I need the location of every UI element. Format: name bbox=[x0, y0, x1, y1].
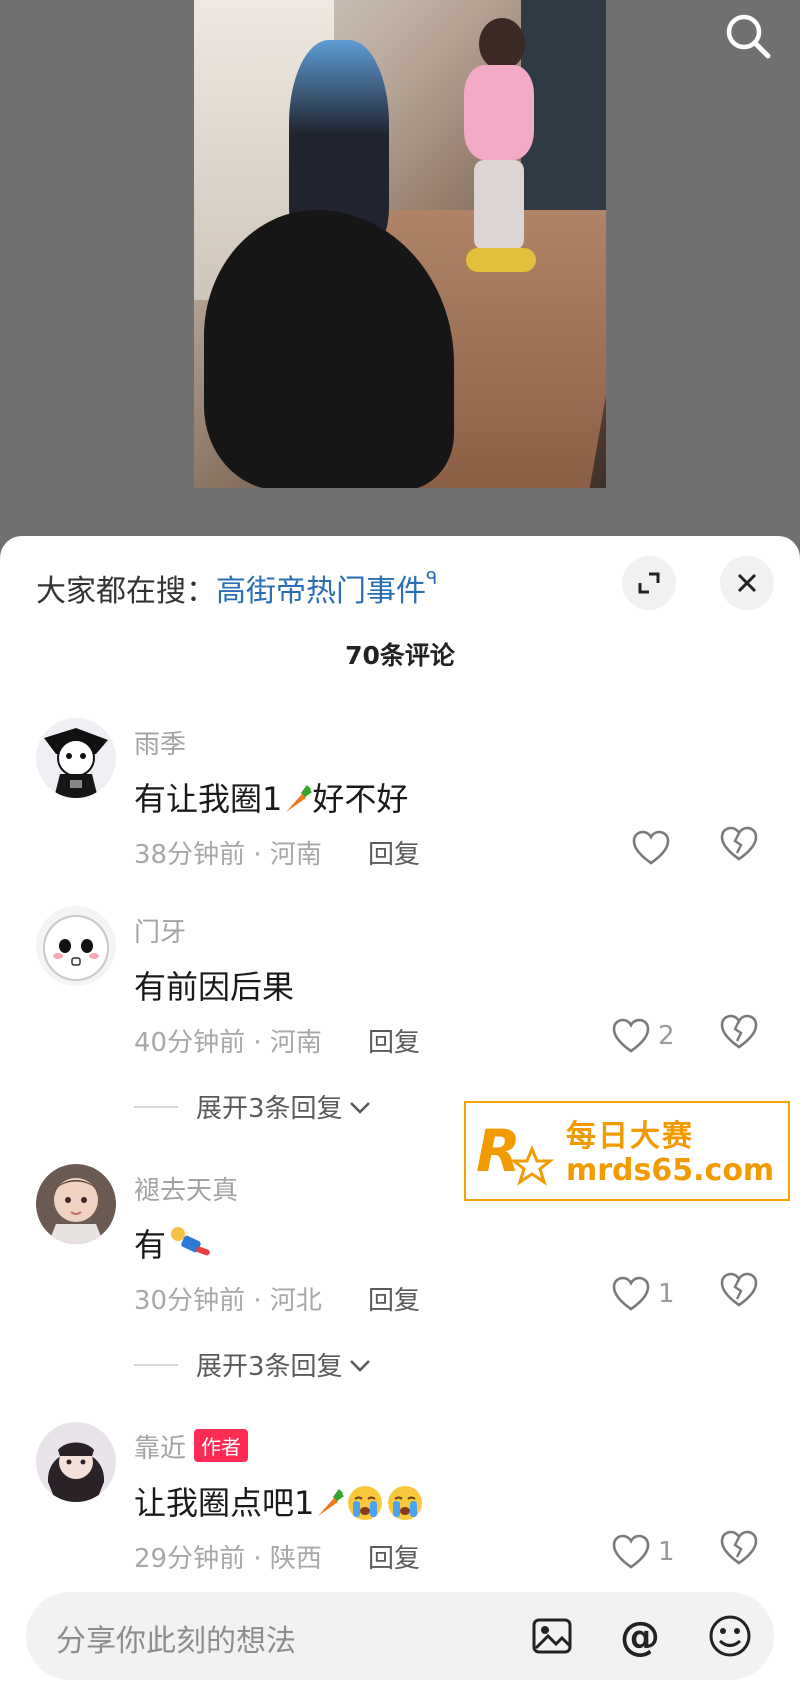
video-frame[interactable] bbox=[194, 0, 606, 488]
dislike-button[interactable] bbox=[720, 1272, 764, 1316]
crying-face-icon bbox=[348, 1486, 383, 1520]
video-player[interactable] bbox=[0, 0, 800, 540]
at-icon[interactable]: @ bbox=[618, 1612, 666, 1660]
svg-text:R: R bbox=[476, 1117, 521, 1185]
crying-face-icon bbox=[388, 1486, 423, 1520]
expand-icon bbox=[638, 572, 660, 594]
comment-username[interactable]: 雨季 bbox=[134, 724, 186, 761]
comment-text-main: 有 bbox=[134, 1226, 167, 1264]
dislike-button[interactable] bbox=[720, 826, 764, 870]
comment-username-text: 靠近 bbox=[134, 1434, 187, 1464]
heart-icon bbox=[612, 1534, 650, 1569]
broken-heart-icon bbox=[720, 1272, 758, 1307]
like-button[interactable]: 2 bbox=[612, 1014, 675, 1058]
comment-text: 有让我圈1 好不好 bbox=[134, 774, 408, 820]
emoji-icon[interactable] bbox=[706, 1612, 754, 1660]
comment-input-bar[interactable]: 分享你此刻的想法 @ bbox=[26, 1592, 774, 1680]
reply-button[interactable]: 回复 bbox=[368, 1538, 420, 1575]
like-button[interactable]: 1 bbox=[612, 1530, 675, 1574]
carrot-icon bbox=[286, 785, 313, 812]
like-count: 2 bbox=[658, 1021, 675, 1051]
author-badge: 作者 bbox=[194, 1429, 249, 1462]
watermark-logo: R bbox=[476, 1117, 555, 1186]
chevron-down-icon bbox=[349, 1359, 370, 1372]
like-count: 1 bbox=[658, 1279, 675, 1309]
dislike-button[interactable] bbox=[720, 1014, 764, 1058]
carrot-icon bbox=[318, 1489, 345, 1516]
close-icon bbox=[737, 573, 757, 593]
comment-text-main: 有让我圈1 bbox=[134, 780, 283, 818]
broken-heart-icon bbox=[720, 1530, 758, 1565]
expand-button[interactable] bbox=[622, 556, 676, 610]
video-person-legs bbox=[474, 160, 524, 250]
broken-heart-icon bbox=[720, 1014, 758, 1049]
svg-text:@: @ bbox=[620, 1614, 660, 1660]
comment-username[interactable]: 靠近 作者 bbox=[134, 1428, 249, 1465]
heart-icon bbox=[612, 1018, 650, 1053]
heart-icon bbox=[612, 1276, 650, 1311]
comment-input[interactable]: 分享你此刻的想法 bbox=[56, 1616, 296, 1660]
like-button[interactable] bbox=[632, 826, 670, 870]
expand-replies-label: 展开3条回复 bbox=[196, 1352, 343, 1382]
comment-text: 让我圈点吧1 bbox=[134, 1478, 424, 1524]
image-icon[interactable] bbox=[528, 1612, 576, 1660]
like-count: 1 bbox=[658, 1537, 675, 1567]
heart-icon bbox=[632, 830, 670, 865]
watermark: R 每日大赛 mrds65.com bbox=[464, 1101, 790, 1201]
reply-button[interactable]: 回复 bbox=[368, 834, 420, 871]
comment-text: 有前因后果 bbox=[134, 968, 295, 1006]
comment-username[interactable]: 褪去天真 bbox=[134, 1170, 238, 1207]
magnifier-icon: ᑫ bbox=[426, 568, 438, 589]
broken-heart-icon bbox=[720, 826, 758, 861]
comment-count-title: 70条评论 bbox=[345, 641, 455, 670]
dislike-button[interactable] bbox=[720, 1530, 764, 1574]
reply-button[interactable]: 回复 bbox=[368, 1022, 420, 1059]
comment-time-location: 29分钟前 · 陕西 bbox=[134, 1544, 322, 1574]
avatar[interactable] bbox=[36, 1164, 116, 1244]
divider bbox=[134, 1363, 178, 1366]
video-person bbox=[464, 65, 534, 160]
comment-time-location: 40分钟前 · 河南 bbox=[134, 1028, 322, 1058]
search-icon[interactable] bbox=[722, 10, 774, 62]
comment-text: 有 bbox=[134, 1220, 214, 1266]
divider bbox=[134, 1105, 178, 1108]
watermark-title: 每日大赛 bbox=[566, 1119, 694, 1154]
trending-search-suggestion[interactable]: 大家都在搜：高街帝热门事件ᑫ bbox=[36, 566, 437, 610]
trending-search-keyword[interactable]: 高街帝热门事件 bbox=[216, 574, 426, 609]
falling-figure-icon bbox=[171, 1227, 210, 1256]
expand-replies-button[interactable]: 展开3条回复 bbox=[134, 1088, 373, 1125]
avatar[interactable] bbox=[36, 1422, 116, 1502]
like-button[interactable]: 1 bbox=[612, 1272, 675, 1316]
trending-search-prefix: 大家都在搜： bbox=[36, 574, 216, 609]
avatar[interactable] bbox=[36, 906, 116, 986]
expand-replies-label: 展开3条回复 bbox=[196, 1094, 343, 1124]
reply-button[interactable]: 回复 bbox=[368, 1280, 420, 1317]
video-shoes bbox=[466, 248, 536, 272]
comment-text-main: 让我圈点吧1 bbox=[134, 1484, 315, 1522]
watermark-url: mrds65.com bbox=[566, 1153, 775, 1188]
close-button[interactable] bbox=[720, 556, 774, 610]
avatar[interactable] bbox=[36, 718, 116, 798]
comment-username[interactable]: 门牙 bbox=[134, 912, 186, 949]
comment-text-suffix: 好不好 bbox=[312, 780, 409, 818]
comment-time-location: 30分钟前 · 河北 bbox=[134, 1286, 322, 1316]
video-person-head bbox=[479, 18, 525, 70]
chevron-down-icon bbox=[349, 1101, 370, 1114]
expand-replies-button[interactable]: 展开3条回复 bbox=[134, 1346, 373, 1383]
comment-time-location: 38分钟前 · 河南 bbox=[134, 840, 322, 870]
